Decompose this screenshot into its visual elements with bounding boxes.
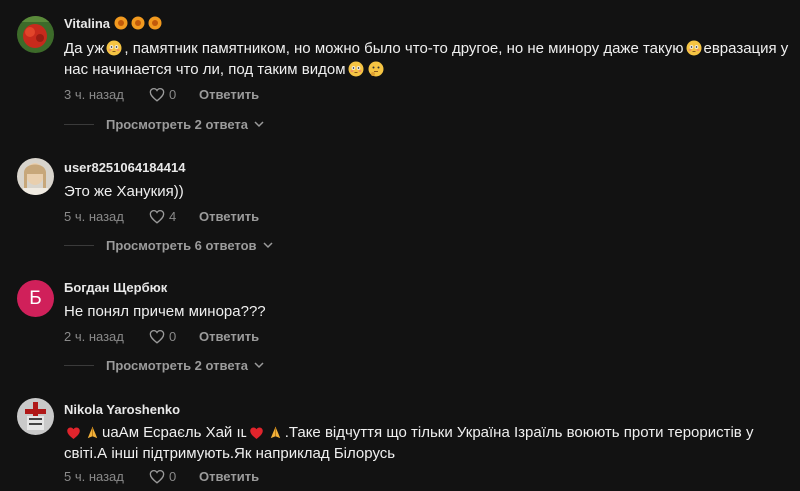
author-name[interactable]: user8251064184414 [64,160,792,176]
red-heart-icon [67,427,80,439]
sunflower-icon [114,16,128,30]
flushed-face-icon [106,40,122,56]
flushed-face-icon [348,61,364,77]
praying-hands-icon [87,426,98,439]
comment-meta: 5 ч. назад 0 Ответить [64,466,792,486]
like-button[interactable]: 0 [149,469,199,484]
heart-icon [149,209,165,224]
divider [64,365,94,366]
heart-icon [149,329,165,344]
timestamp: 5 ч. назад [64,208,124,224]
sunflower-icon [148,16,162,30]
avatar[interactable] [17,16,54,53]
view-replies-button[interactable]: Просмотреть 2 ответа [64,358,264,373]
view-replies-button[interactable]: Просмотреть 6 ответов [64,238,273,253]
timestamp: 5 ч. назад [64,468,124,484]
divider [64,245,94,246]
comment-text: Да уж, памятник памятником, но можно был… [64,40,789,78]
chevron-down-icon [254,362,264,369]
reply-button[interactable]: Ответить [199,469,259,484]
avatar[interactable] [17,398,54,435]
timestamp: 2 ч. назад [64,328,124,344]
sunflower-icon [131,16,145,30]
heart-icon [149,469,165,484]
view-replies-label: Просмотреть 2 ответа [106,117,248,132]
view-replies-button[interactable]: Просмотреть 2 ответа [64,117,264,132]
praying-hands-icon [270,426,280,439]
comment-text: uaАм Есраєль Хай ıʟ .Таке відчуття що тіл… [64,424,754,462]
heart-icon [149,87,165,102]
like-button[interactable]: 0 [149,329,199,344]
reply-button[interactable]: Ответить [199,209,259,224]
timestamp: 3 ч. назад [64,86,124,102]
like-count: 4 [169,208,177,224]
avatar[interactable] [17,158,54,195]
like-count: 0 [169,86,177,102]
author-name[interactable]: Nikola Yaroshenko [64,402,792,418]
comment-meta: 2 ч. назад 0 Ответить [64,326,792,346]
comment-meta: 3 ч. назад 0 Ответить [64,84,792,104]
author-badges [114,16,165,31]
reply-button[interactable]: Ответить [199,87,259,102]
chevron-down-icon [254,121,264,128]
like-button[interactable]: 4 [149,209,199,224]
red-heart-icon [249,427,263,439]
view-replies-label: Просмотреть 2 ответа [106,358,248,373]
like-button[interactable]: 0 [149,87,199,102]
chevron-down-icon [262,242,273,249]
reply-button[interactable]: Ответить [199,329,259,344]
divider [64,124,94,125]
author-name[interactable]: Богдан Щербюк [64,280,792,296]
thinking-face-icon [368,61,384,77]
comment-text: Не понял причем минора??? [64,303,266,320]
like-count: 0 [169,328,177,344]
comment-text: Это же Ханукия)) [64,183,184,200]
comment-meta: 5 ч. назад 4 Ответить [64,206,792,226]
like-count: 0 [169,468,177,484]
flushed-face-icon [686,40,701,56]
view-replies-label: Просмотреть 6 ответов [106,238,257,253]
avatar[interactable]: Б [17,280,54,317]
author-name[interactable]: Vitalina [64,16,792,32]
